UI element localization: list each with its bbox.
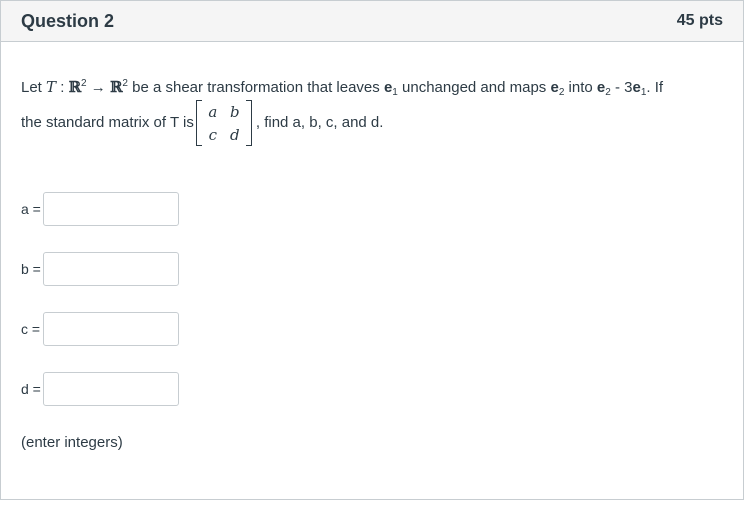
answer-label-c: c = — [21, 321, 41, 337]
answer-row-a: a = — [21, 192, 179, 226]
standard-matrix: a b c d — [195, 100, 252, 146]
matrix-cell-a: a — [208, 102, 218, 121]
question-card: Question 2 45 pts Let T : ℝ2 → ℝ2 be a s… — [0, 0, 744, 500]
answer-input-c[interactable] — [43, 312, 179, 346]
matrix-cell-b: b — [230, 102, 240, 121]
answer-label-b: b = — [21, 261, 41, 277]
answer-input-b[interactable] — [43, 252, 179, 286]
answer-label-d: d = — [21, 381, 41, 397]
matrix-cells: a b c d — [202, 100, 246, 146]
answer-row-d: d = — [21, 372, 179, 406]
prompt-line-2: the standard matrix of T is a b c d , fi… — [21, 100, 383, 146]
answer-note: (enter integers) — [21, 434, 123, 451]
answer-row-b: b = — [21, 252, 179, 286]
answer-row-c: c = — [21, 312, 179, 346]
answer-label-a: a = — [21, 201, 41, 217]
prompt-line-1: Let T : ℝ2 → ℝ2 be a shear transformatio… — [21, 78, 664, 98]
matrix-cell-d: d — [230, 125, 240, 144]
answer-input-a[interactable] — [43, 192, 179, 226]
question-title: Question 2 — [21, 10, 115, 31]
question-header: Question 2 45 pts — [1, 1, 743, 42]
matrix-cell-c: c — [208, 125, 218, 144]
question-points: 45 pts — [676, 12, 723, 29]
matrix-right-bracket — [245, 100, 252, 146]
answer-input-d[interactable] — [43, 372, 179, 406]
